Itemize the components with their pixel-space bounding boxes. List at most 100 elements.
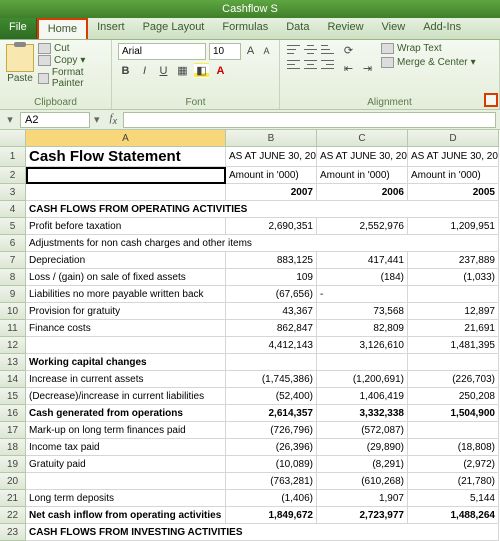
cell[interactable]: 73,568: [317, 303, 408, 320]
cell[interactable]: CASH FLOWS FROM OPERATING ACTIVITIES: [26, 201, 499, 218]
cell[interactable]: Working capital changes: [26, 354, 226, 371]
row-header[interactable]: 12: [0, 337, 26, 354]
cell[interactable]: 2005: [408, 184, 499, 201]
name-box[interactable]: A2: [20, 112, 90, 128]
cell[interactable]: Long term deposits: [26, 490, 226, 507]
col-header-C[interactable]: C: [317, 130, 408, 147]
cell[interactable]: 1,488,264: [408, 507, 499, 524]
cell[interactable]: (18,808): [408, 439, 499, 456]
cell[interactable]: (572,087): [317, 422, 408, 439]
cell[interactable]: (1,745,386): [226, 371, 317, 388]
tab-addins[interactable]: Add-Ins: [414, 18, 470, 39]
cell[interactable]: (1,406): [226, 490, 317, 507]
fill-color-button[interactable]: ◧: [194, 63, 209, 78]
shrink-font-button[interactable]: A: [260, 43, 273, 58]
cell[interactable]: 3,126,610: [317, 337, 408, 354]
cell[interactable]: (610,268): [317, 473, 408, 490]
alignment-dialog-launcher[interactable]: [484, 93, 498, 107]
cell[interactable]: [408, 354, 499, 371]
cell[interactable]: 2,552,976: [317, 218, 408, 235]
italic-button[interactable]: I: [137, 63, 152, 78]
cell[interactable]: (26,396): [226, 439, 317, 456]
cell[interactable]: Increase in current assets: [26, 371, 226, 388]
cell[interactable]: 417,441: [317, 252, 408, 269]
cell[interactable]: (1,200,691): [317, 371, 408, 388]
grow-font-button[interactable]: A: [244, 43, 257, 58]
cell[interactable]: 1,406,419: [317, 388, 408, 405]
align-left-button[interactable]: [286, 58, 301, 71]
col-header-D[interactable]: D: [408, 130, 499, 147]
row-header[interactable]: 3: [0, 184, 26, 201]
cell[interactable]: 2,723,977: [317, 507, 408, 524]
cell[interactable]: CASH FLOWS FROM INVESTING ACTIVITIES: [26, 524, 499, 541]
bold-button[interactable]: B: [118, 63, 133, 78]
cell[interactable]: (67,656): [226, 286, 317, 303]
cell[interactable]: 1,504,900: [408, 405, 499, 422]
col-header-A[interactable]: A: [26, 130, 226, 147]
font-size-select[interactable]: [209, 43, 241, 60]
copy-button[interactable]: Copy ▾: [38, 55, 105, 66]
cell[interactable]: 883,125: [226, 252, 317, 269]
row-header[interactable]: 4: [0, 201, 26, 218]
row-header[interactable]: 1: [0, 147, 26, 167]
cell[interactable]: Cash generated from operations: [26, 405, 226, 422]
row-header[interactable]: 6: [0, 235, 26, 252]
underline-button[interactable]: U: [156, 63, 171, 78]
cell[interactable]: (10,089): [226, 456, 317, 473]
cell[interactable]: 1,481,395: [408, 337, 499, 354]
tab-review[interactable]: Review: [318, 18, 372, 39]
row-header[interactable]: 16: [0, 405, 26, 422]
cell[interactable]: Net cash inflow from operating activitie…: [26, 507, 226, 524]
row-header[interactable]: 7: [0, 252, 26, 269]
align-bottom-button[interactable]: [320, 43, 335, 56]
row-header[interactable]: 20: [0, 473, 26, 490]
cell[interactable]: 2006: [317, 184, 408, 201]
align-top-button[interactable]: [286, 43, 301, 56]
cell[interactable]: (226,703): [408, 371, 499, 388]
cell[interactable]: [26, 473, 226, 490]
cell[interactable]: 1,849,672: [226, 507, 317, 524]
tab-file[interactable]: File: [0, 18, 37, 39]
row-header[interactable]: 23: [0, 524, 26, 541]
cell[interactable]: 250,208: [408, 388, 499, 405]
row-header[interactable]: 15: [0, 388, 26, 405]
row-header[interactable]: 22: [0, 507, 26, 524]
tab-page-layout[interactable]: Page Layout: [134, 18, 214, 39]
cell[interactable]: (8,291): [317, 456, 408, 473]
cell[interactable]: (1,033): [408, 269, 499, 286]
tab-insert[interactable]: Insert: [88, 18, 134, 39]
align-center-button[interactable]: [303, 58, 318, 71]
cell[interactable]: 2,614,357: [226, 405, 317, 422]
row-header[interactable]: 21: [0, 490, 26, 507]
cell[interactable]: Depreciation: [26, 252, 226, 269]
cell[interactable]: Mark-up on long term finances paid: [26, 422, 226, 439]
row-header[interactable]: 5: [0, 218, 26, 235]
wrap-text-button[interactable]: Wrap Text: [381, 43, 476, 54]
cell[interactable]: 109: [226, 269, 317, 286]
tab-home[interactable]: Home: [37, 18, 88, 39]
cell[interactable]: Amount in '000): [408, 167, 499, 184]
tab-view[interactable]: View: [373, 18, 415, 39]
tab-formulas[interactable]: Formulas: [213, 18, 277, 39]
cell[interactable]: 862,847: [226, 320, 317, 337]
cell[interactable]: [226, 354, 317, 371]
cell[interactable]: (29,890): [317, 439, 408, 456]
tab-data[interactable]: Data: [277, 18, 318, 39]
cell[interactable]: 21,691: [408, 320, 499, 337]
cell[interactable]: 1,209,951: [408, 218, 499, 235]
cell[interactable]: (184): [317, 269, 408, 286]
row-header[interactable]: 11: [0, 320, 26, 337]
cell[interactable]: Cash Flow Statement: [26, 147, 226, 167]
cut-button[interactable]: Cut: [38, 43, 105, 54]
cell[interactable]: -: [317, 286, 408, 303]
cell[interactable]: [408, 286, 499, 303]
row-header[interactable]: 2: [0, 167, 26, 184]
active-cell[interactable]: [26, 167, 226, 184]
cell[interactable]: Profit before taxation: [26, 218, 226, 235]
align-middle-button[interactable]: [303, 43, 318, 56]
formula-bar[interactable]: [123, 112, 496, 128]
cell[interactable]: (2,972): [408, 456, 499, 473]
cell[interactable]: [26, 337, 226, 354]
format-painter-button[interactable]: Format Painter: [38, 67, 105, 89]
cell[interactable]: (763,281): [226, 473, 317, 490]
